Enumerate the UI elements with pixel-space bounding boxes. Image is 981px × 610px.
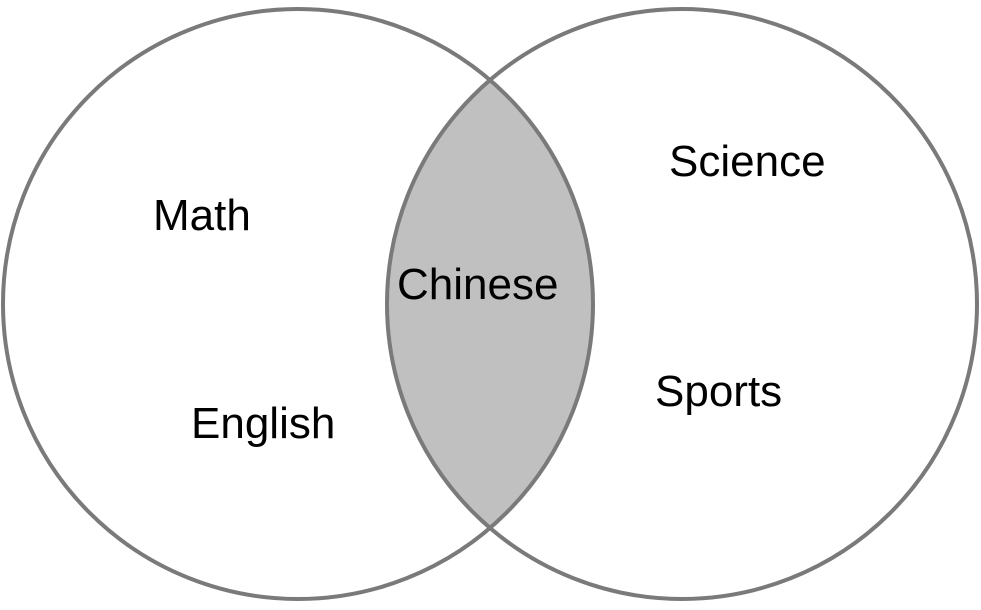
right-item-sports: Sports (655, 367, 782, 416)
right-item-science: Science (669, 137, 826, 186)
left-item-english: English (191, 399, 335, 448)
left-item-math: Math (153, 191, 251, 240)
venn-diagram: Math English Chinese Science Sports (1, 7, 979, 601)
intersection-item-chinese: Chinese (397, 260, 558, 309)
